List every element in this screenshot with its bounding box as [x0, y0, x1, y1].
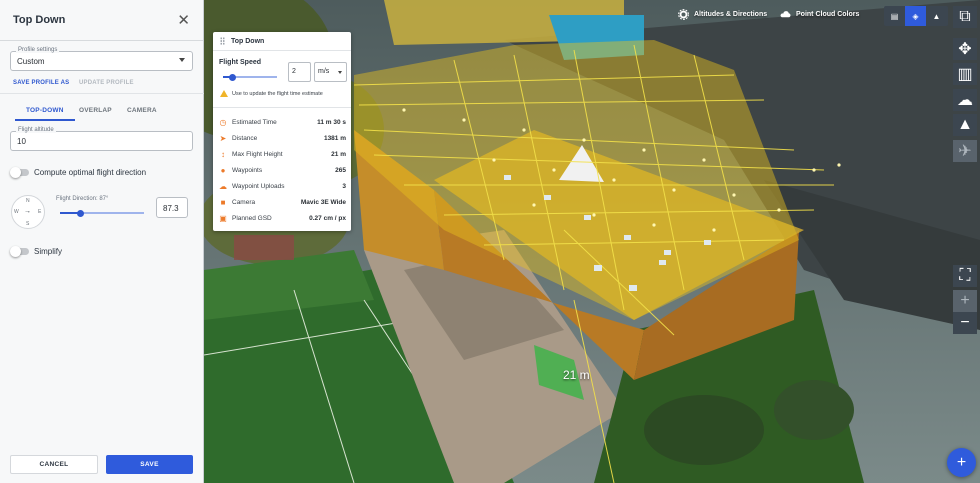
compass-e: E [38, 209, 42, 215]
stat-row: ● Waypoints 265 [213, 166, 351, 178]
flight-direction-input[interactable]: 87.3 [156, 197, 188, 218]
stat-row: ◷ Estimated Time 11 m 30 s [213, 118, 351, 130]
stat-value: 11 m 30 s [317, 119, 346, 126]
stat-row: ▣ Planned GSD 0.27 cm / px [213, 214, 351, 226]
altitude-marker-label: 21 m [563, 368, 590, 382]
cloud-upload-icon: ☁ [219, 182, 227, 191]
add-button[interactable]: + [947, 448, 976, 477]
close-icon[interactable]: ✕ [177, 13, 190, 28]
cancel-button[interactable]: CANCEL [10, 455, 98, 474]
card-divider [213, 107, 351, 108]
flight-speed-label: Flight Speed [219, 59, 261, 66]
location-pin-icon: ● [220, 166, 226, 175]
divider [0, 93, 204, 94]
stat-value: 3 [342, 183, 346, 190]
active-tab-indicator [15, 119, 75, 121]
image-layer-icon[interactable]: ▲ [953, 114, 977, 136]
profile-settings-label: Profile settings [16, 47, 60, 53]
panel-title: Top Down [13, 14, 66, 26]
camera-icon: ■ [220, 198, 226, 207]
stat-label: Distance [232, 135, 258, 142]
save-profile-as-button[interactable]: SAVE PROFILE AS [13, 80, 69, 86]
altitudes-directions-label: Altitudes & Directions [694, 11, 768, 18]
stat-row: ☁ Waypoint Uploads 3 [213, 182, 351, 194]
flight-plan-panel: Top Down ✕ Profile settings Custom SAVE … [0, 0, 204, 483]
gsd-icon: ▣ [219, 214, 227, 223]
library-icon[interactable]: ▥ [953, 63, 977, 85]
zoom-in-icon[interactable]: + [953, 290, 977, 312]
compass-w: W [14, 209, 19, 215]
flight-info-card: Top Down Flight Speed 2 m/s Use to updat… [213, 32, 351, 231]
height-icon: ↕ [221, 150, 225, 159]
speed-unit-select[interactable]: m/s [314, 62, 347, 82]
compass-s: S [26, 221, 30, 227]
point-cloud-colors-button[interactable]: Point Cloud Colors [780, 9, 859, 20]
speed-unit-value: m/s [318, 68, 330, 75]
stat-label: Camera [232, 199, 256, 206]
flight-direction-label: Flight Direction: 87° [56, 196, 109, 202]
stat-label: Max Flight Height [232, 151, 283, 158]
navigation-icon: ➤ [219, 134, 227, 143]
stat-row: ■ Camera Mavic 3E Wide [213, 198, 351, 210]
compass-n: N [26, 198, 30, 204]
stat-value: 265 [335, 167, 346, 174]
fullscreen-icon[interactable]: ⛶ [953, 265, 977, 287]
flight-direction-value: 87.3 [163, 204, 179, 213]
simplify-toggle[interactable] [10, 246, 29, 257]
cloud-layer-icon[interactable]: ☁ [953, 89, 977, 111]
stat-label: Planned GSD [232, 215, 272, 222]
update-profile-button[interactable]: UPDATE PROFILE [79, 80, 134, 86]
profile-value: Custom [17, 57, 45, 66]
card-title: Top Down [231, 37, 265, 45]
stat-row: ➤ Distance 1381 m [213, 134, 351, 146]
zoom-out-icon[interactable]: − [953, 312, 977, 334]
point-cloud-colors-label: Point Cloud Colors [796, 11, 860, 18]
direction-arrow-icon: → [24, 208, 31, 215]
flight-speed-slider[interactable] [229, 73, 237, 81]
stat-value: 21 m [331, 151, 346, 158]
stat-row: ↕ Max Flight Height 21 m [213, 150, 351, 162]
tab-camera[interactable]: CAMERA [127, 107, 157, 114]
stat-label: Waypoint Uploads [232, 183, 285, 190]
3d-view-icon[interactable]: ◈ [905, 6, 926, 26]
speed-warning-text: Use to update the flight time estimate [232, 91, 323, 97]
flight-direction-slider[interactable] [76, 209, 84, 217]
profile-select[interactable]: Profile settings Custom [10, 47, 193, 71]
warning-icon [220, 90, 228, 97]
altitudes-directions-button[interactable]: Altitudes & Directions [678, 9, 767, 20]
panel-header: Top Down ✕ [0, 0, 203, 41]
card-header[interactable]: Top Down [213, 32, 351, 51]
flight-speed-input[interactable]: 2 [288, 62, 311, 82]
drone-icon[interactable]: ✥ [953, 38, 977, 60]
save-button[interactable]: SAVE [106, 455, 193, 474]
compute-optimal-label: Compute optimal flight direction [34, 168, 147, 177]
compute-optimal-toggle[interactable] [10, 167, 29, 178]
stat-label: Waypoints [232, 167, 263, 174]
view-mode-switch: ▤ ◈ ▲ [884, 6, 948, 26]
clock-icon: ◷ [219, 118, 227, 127]
stat-value: 1381 m [323, 135, 346, 142]
simplify-label: Simplify [34, 247, 63, 256]
drag-handle-icon[interactable] [220, 37, 225, 45]
flight-altitude-label: Flight altitude [16, 127, 56, 133]
map-view-icon[interactable]: ▤ [884, 6, 905, 26]
flight-altitude-input[interactable]: Flight altitude 10 [10, 127, 193, 151]
chevron-down-icon [338, 71, 342, 74]
stat-value: Mavic 3E Wide [300, 199, 346, 206]
chevron-down-icon [179, 58, 185, 62]
gear-icon [678, 9, 689, 20]
airplane-icon[interactable]: ✈ [953, 140, 977, 162]
stat-label: Estimated Time [232, 119, 277, 126]
terrain-view-icon[interactable]: ▲ [926, 6, 947, 26]
tab-overlap[interactable]: OVERLAP [79, 107, 112, 114]
model-icon[interactable]: ⧉ [953, 6, 977, 28]
compass-dial[interactable]: N S E W → [11, 195, 45, 229]
tab-top-down[interactable]: TOP-DOWN [26, 107, 64, 114]
stat-value: 0.27 cm / px [309, 215, 346, 222]
flight-altitude-value: 10 [17, 137, 26, 146]
cloud-icon [780, 11, 791, 18]
